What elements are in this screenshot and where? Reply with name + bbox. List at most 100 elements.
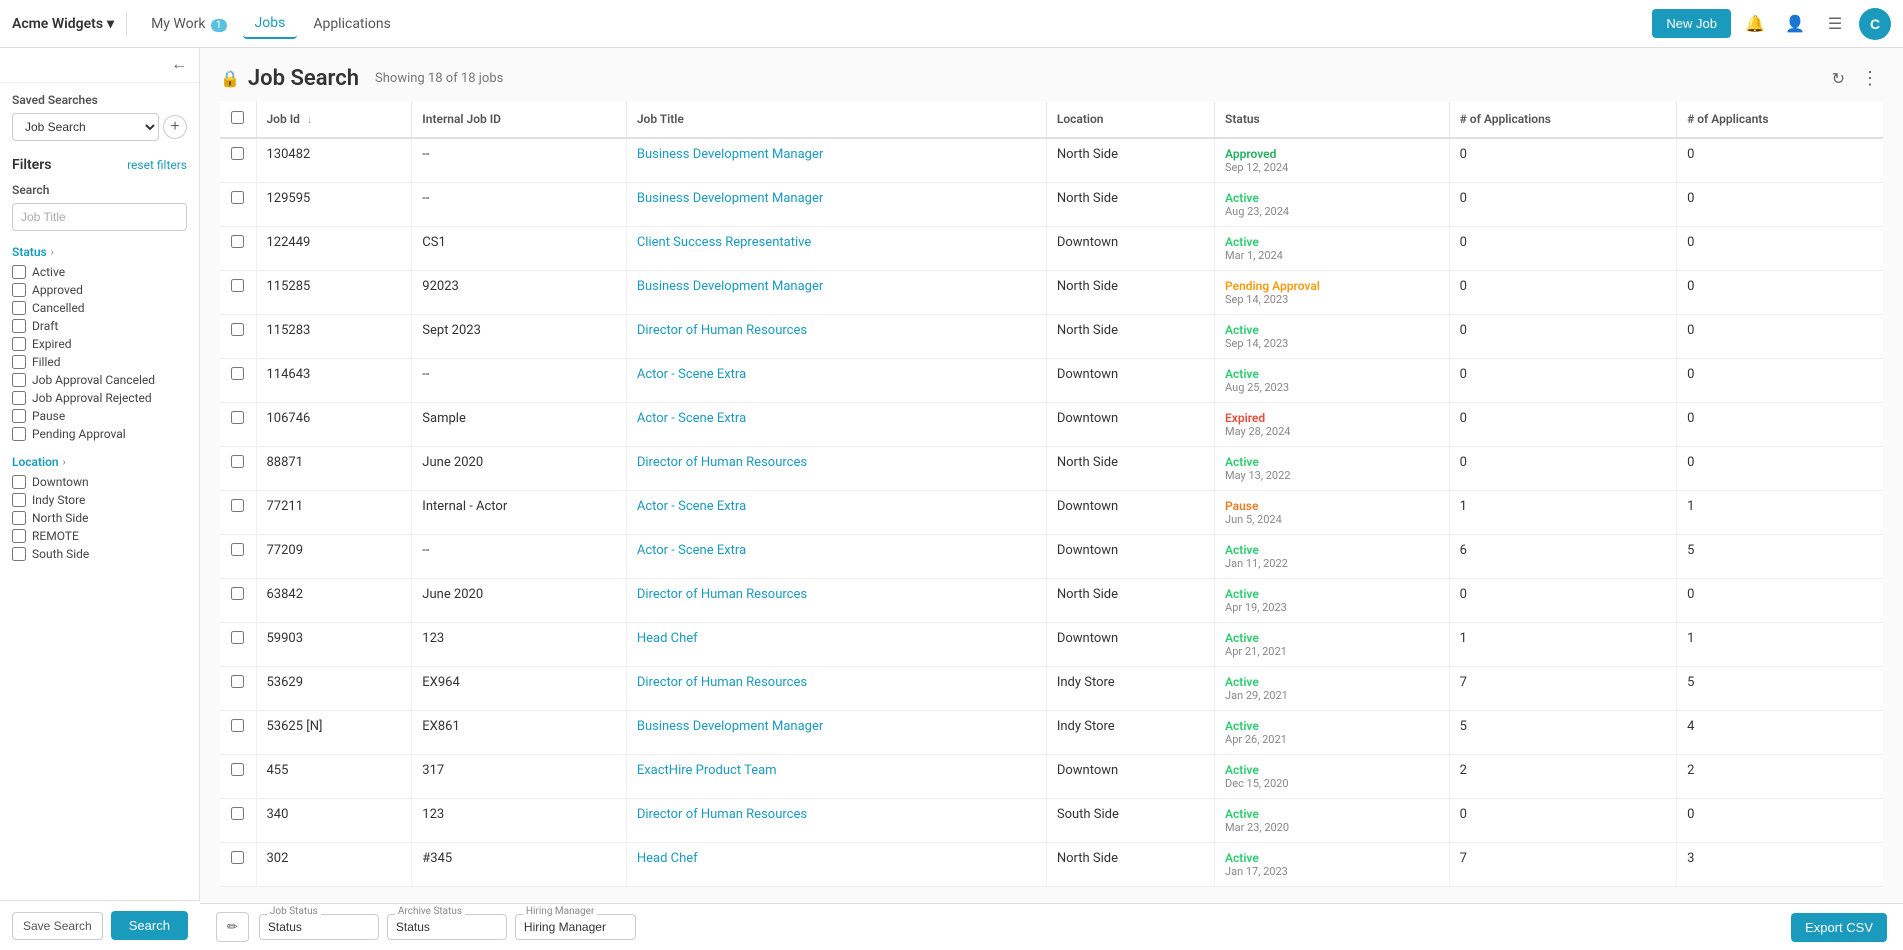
cell-job-title[interactable]: Director of Human Resources (626, 579, 1046, 623)
row-checkbox-cell (220, 227, 256, 271)
row-checkbox[interactable] (231, 455, 244, 468)
row-checkbox[interactable] (231, 323, 244, 336)
job-id-sort-icon[interactable]: ↓ (307, 112, 313, 126)
row-checkbox[interactable] (231, 675, 244, 688)
job-title-search-input[interactable] (12, 203, 187, 231)
south-side-checkbox[interactable] (12, 547, 26, 561)
brand-logo[interactable]: Acme Widgets ▾ (12, 16, 114, 32)
pending-approval-checkbox[interactable] (12, 427, 26, 441)
bulk-edit-button[interactable]: ✏ (216, 912, 249, 942)
cell-job-title[interactable]: Head Chef (626, 623, 1046, 667)
status-date: Dec 15, 2020 (1225, 777, 1439, 790)
nav-link-applications[interactable]: Applications (301, 10, 403, 38)
row-checkbox[interactable] (231, 147, 244, 160)
downtown-label[interactable]: Downtown (32, 475, 89, 489)
more-options-button[interactable]: ⋮ (1857, 64, 1883, 93)
remote-label[interactable]: REMOTE (32, 529, 79, 543)
cancelled-checkbox[interactable] (12, 301, 26, 315)
north-side-checkbox[interactable] (12, 511, 26, 525)
row-checkbox[interactable] (231, 411, 244, 424)
cell-job-title[interactable]: Head Chef (626, 843, 1046, 887)
expired-checkbox[interactable] (12, 337, 26, 351)
archive-status-select[interactable]: Status (387, 914, 507, 940)
row-checkbox[interactable] (231, 191, 244, 204)
avatar-button[interactable]: C (1859, 8, 1891, 40)
row-checkbox[interactable] (231, 631, 244, 644)
cell-job-title[interactable]: Director of Human Resources (626, 447, 1046, 491)
row-checkbox[interactable] (231, 719, 244, 732)
cell-job-title[interactable]: Director of Human Resources (626, 799, 1046, 843)
pause-checkbox[interactable] (12, 409, 26, 423)
filled-label[interactable]: Filled (32, 355, 61, 369)
status-filter-title[interactable]: Status › (12, 245, 187, 259)
job-status-select[interactable]: Status (259, 914, 379, 940)
downtown-checkbox[interactable] (12, 475, 26, 489)
location-filter-title[interactable]: Location › (12, 455, 187, 469)
pause-label[interactable]: Pause (32, 409, 65, 423)
pending-approval-label[interactable]: Pending Approval (32, 427, 126, 441)
save-search-button[interactable]: Save Search (12, 912, 103, 940)
cell-job-title[interactable]: ExactHire Product Team (626, 755, 1046, 799)
nav-link-jobs[interactable]: Jobs (243, 9, 298, 39)
search-button[interactable]: Search (111, 911, 188, 940)
north-side-label[interactable]: North Side (32, 511, 88, 525)
cell-job-title[interactable]: Actor - Scene Extra (626, 403, 1046, 447)
hiring-manager-select[interactable]: Hiring Manager (515, 914, 636, 940)
indy-store-label[interactable]: Indy Store (32, 493, 85, 507)
job-approval-rejected-checkbox[interactable] (12, 391, 26, 405)
row-checkbox[interactable] (231, 543, 244, 556)
cell-job-title[interactable]: Director of Human Resources (626, 667, 1046, 711)
cell-apps: 0 (1449, 315, 1676, 359)
menu-button[interactable]: ☰ (1819, 8, 1851, 40)
filled-checkbox[interactable] (12, 355, 26, 369)
add-saved-search-button[interactable]: + (163, 115, 187, 139)
cell-job-title[interactable]: Business Development Manager (626, 711, 1046, 755)
new-job-button[interactable]: New Job (1652, 9, 1731, 38)
notifications-button[interactable]: 🔔 (1739, 8, 1771, 40)
cell-job-title[interactable]: Director of Human Resources (626, 315, 1046, 359)
status-value: Active (1225, 675, 1439, 689)
saved-search-select[interactable]: Job Search (12, 113, 159, 141)
cell-apps: 0 (1449, 138, 1676, 183)
cell-job-title[interactable]: Actor - Scene Extra (626, 359, 1046, 403)
remote-checkbox[interactable] (12, 529, 26, 543)
expired-label[interactable]: Expired (32, 337, 72, 351)
row-checkbox-cell (220, 843, 256, 887)
approved-label[interactable]: Approved (32, 283, 83, 297)
export-csv-button[interactable]: Export CSV (1791, 913, 1887, 942)
cell-job-title[interactable]: Actor - Scene Extra (626, 535, 1046, 579)
filters-header: Filters reset filters (12, 157, 187, 173)
cell-job-title[interactable]: Business Development Manager (626, 271, 1046, 315)
status-date: Mar 1, 2024 (1225, 249, 1439, 262)
row-checkbox[interactable] (231, 763, 244, 776)
row-checkbox[interactable] (231, 499, 244, 512)
job-approval-rejected-label[interactable]: Job Approval Rejected (32, 391, 152, 405)
draft-label[interactable]: Draft (32, 319, 58, 333)
job-approval-canceled-checkbox[interactable] (12, 373, 26, 387)
cell-job-title[interactable]: Business Development Manager (626, 138, 1046, 183)
active-checkbox[interactable] (12, 265, 26, 279)
row-checkbox[interactable] (231, 807, 244, 820)
draft-checkbox[interactable] (12, 319, 26, 333)
status-value: Approved (1225, 147, 1439, 161)
row-checkbox[interactable] (231, 235, 244, 248)
row-checkbox[interactable] (231, 851, 244, 864)
row-checkbox[interactable] (231, 279, 244, 292)
cell-job-title[interactable]: Actor - Scene Extra (626, 491, 1046, 535)
user-button[interactable]: 👤 (1779, 8, 1811, 40)
row-checkbox[interactable] (231, 587, 244, 600)
cell-job-title[interactable]: Business Development Manager (626, 183, 1046, 227)
collapse-button[interactable]: ← (171, 56, 187, 74)
cell-job-title[interactable]: Client Success Representative (626, 227, 1046, 271)
approved-checkbox[interactable] (12, 283, 26, 297)
nav-link-mywork[interactable]: My Work 1 (139, 10, 238, 38)
south-side-label[interactable]: South Side (32, 547, 89, 561)
active-label[interactable]: Active (32, 265, 65, 279)
job-approval-canceled-label[interactable]: Job Approval Canceled (32, 373, 155, 387)
cancelled-label[interactable]: Cancelled (32, 301, 85, 315)
row-checkbox[interactable] (231, 367, 244, 380)
reset-filters-link[interactable]: reset filters (127, 158, 187, 172)
indy-store-checkbox[interactable] (12, 493, 26, 507)
refresh-button[interactable]: ↻ (1828, 64, 1849, 93)
select-all-checkbox[interactable] (231, 111, 244, 124)
